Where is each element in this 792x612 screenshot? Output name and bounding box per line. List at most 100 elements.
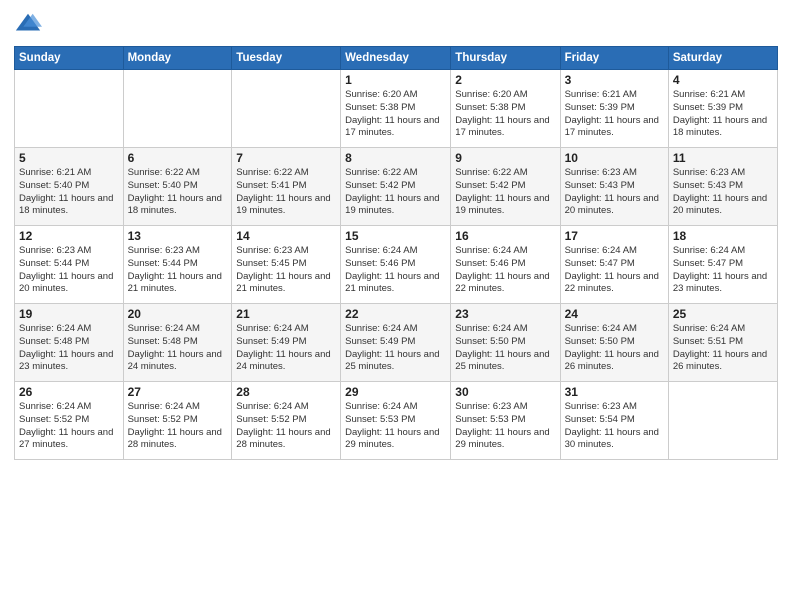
day-info: Sunrise: 6:24 AM Sunset: 5:48 PM Dayligh… xyxy=(19,323,119,374)
day-info: Sunrise: 6:23 AM Sunset: 5:43 PM Dayligh… xyxy=(565,167,664,218)
calendar-cell: 3Sunrise: 6:21 AM Sunset: 5:39 PM Daylig… xyxy=(560,70,668,148)
calendar-week-2: 5 Sunrise: 6:21 AM Sunset: 5:40 PM Daylig… xyxy=(15,148,778,226)
day-info: Sunrise: 6:24 AM Sunset: 5:47 PM Dayligh… xyxy=(565,245,664,296)
col-header-wednesday: Wednesday xyxy=(341,47,451,70)
day-info: Sunrise: 6:20 AM Sunset: 5:38 PM Dayligh… xyxy=(345,89,446,140)
calendar-cell: 15 Sunrise: 6:24 AM Sunset: 5:46 PM Dayli… xyxy=(341,226,451,304)
day-number: 17 xyxy=(565,229,664,243)
day-number: 28 xyxy=(236,385,336,399)
day-info: Sunrise: 6:23 AM Sunset: 5:43 PM Dayligh… xyxy=(673,167,773,218)
calendar-cell: 6 Sunrise: 6:22 AM Sunset: 5:40 PM Daylig… xyxy=(123,148,232,226)
day-number: 9 xyxy=(455,151,555,165)
day-number: 11 xyxy=(673,151,773,165)
day-info: Sunrise: 6:22 AM Sunset: 5:40 PM Dayligh… xyxy=(128,167,228,218)
calendar-table: SundayMondayTuesdayWednesdayThursdayFrid… xyxy=(14,46,778,460)
day-info: Sunrise: 6:22 AM Sunset: 5:41 PM Dayligh… xyxy=(236,167,336,218)
day-info: Sunrise: 6:24 AM Sunset: 5:47 PM Dayligh… xyxy=(673,245,773,296)
day-info: Sunrise: 6:24 AM Sunset: 5:50 PM Dayligh… xyxy=(455,323,555,374)
calendar-cell: 8Sunrise: 6:22 AM Sunset: 5:42 PM Daylig… xyxy=(341,148,451,226)
day-number: 16 xyxy=(455,229,555,243)
day-info: Sunrise: 6:24 AM Sunset: 5:46 PM Dayligh… xyxy=(345,245,446,296)
day-number: 20 xyxy=(128,307,228,321)
calendar-cell xyxy=(668,382,777,460)
calendar-cell: 11 Sunrise: 6:23 AM Sunset: 5:43 PM Dayli… xyxy=(668,148,777,226)
day-info: Sunrise: 6:24 AM Sunset: 5:46 PM Dayligh… xyxy=(455,245,555,296)
calendar-week-5: 26 Sunrise: 6:24 AM Sunset: 5:52 PM Dayli… xyxy=(15,382,778,460)
calendar-cell: 22 Sunrise: 6:24 AM Sunset: 5:49 PM Dayli… xyxy=(341,304,451,382)
calendar-header-row: SundayMondayTuesdayWednesdayThursdayFrid… xyxy=(15,47,778,70)
day-number: 29 xyxy=(345,385,446,399)
day-info: Sunrise: 6:24 AM Sunset: 5:51 PM Dayligh… xyxy=(673,323,773,374)
day-number: 25 xyxy=(673,307,773,321)
day-info: Sunrise: 6:24 AM Sunset: 5:50 PM Dayligh… xyxy=(565,323,664,374)
day-number: 14 xyxy=(236,229,336,243)
calendar-cell: 7 Sunrise: 6:22 AM Sunset: 5:41 PM Daylig… xyxy=(232,148,341,226)
day-info: Sunrise: 6:21 AM Sunset: 5:39 PM Dayligh… xyxy=(673,89,773,140)
calendar-cell: 30 Sunrise: 6:23 AM Sunset: 5:53 PM Dayli… xyxy=(451,382,560,460)
calendar-cell: 10 Sunrise: 6:23 AM Sunset: 5:43 PM Dayli… xyxy=(560,148,668,226)
day-number: 10 xyxy=(565,151,664,165)
day-number: 18 xyxy=(673,229,773,243)
calendar-cell: 12 Sunrise: 6:23 AM Sunset: 5:44 PM Dayli… xyxy=(15,226,124,304)
col-header-thursday: Thursday xyxy=(451,47,560,70)
day-info: Sunrise: 6:23 AM Sunset: 5:54 PM Dayligh… xyxy=(565,401,664,452)
day-number: 5 xyxy=(19,151,119,165)
col-header-friday: Friday xyxy=(560,47,668,70)
day-info: Sunrise: 6:24 AM Sunset: 5:48 PM Dayligh… xyxy=(128,323,228,374)
calendar-cell: 26Sunrise: 6:24 AM Sunset: 5:52 PM Dayli… xyxy=(15,382,124,460)
day-number: 13 xyxy=(128,229,228,243)
day-number: 12 xyxy=(19,229,119,243)
day-number: 27 xyxy=(128,385,228,399)
day-number: 26 xyxy=(19,385,119,399)
calendar-cell: 17 Sunrise: 6:24 AM Sunset: 5:47 PM Dayli… xyxy=(560,226,668,304)
calendar-week-4: 19 Sunrise: 6:24 AM Sunset: 5:48 PM Dayli… xyxy=(15,304,778,382)
calendar-cell: 2 Sunrise: 6:20 AM Sunset: 5:38 PM Daylig… xyxy=(451,70,560,148)
day-number: 22 xyxy=(345,307,446,321)
day-info: Sunrise: 6:24 AM Sunset: 5:49 PM Dayligh… xyxy=(345,323,446,374)
calendar-cell: 20 Sunrise: 6:24 AM Sunset: 5:48 PM Dayli… xyxy=(123,304,232,382)
calendar-cell: 29 Sunrise: 6:24 AM Sunset: 5:53 PM Dayli… xyxy=(341,382,451,460)
calendar-cell: 9Sunrise: 6:22 AM Sunset: 5:42 PM Daylig… xyxy=(451,148,560,226)
calendar-cell xyxy=(232,70,341,148)
day-info: Sunrise: 6:23 AM Sunset: 5:44 PM Dayligh… xyxy=(19,245,119,296)
day-info: Sunrise: 6:24 AM Sunset: 5:52 PM Dayligh… xyxy=(128,401,228,452)
day-number: 6 xyxy=(128,151,228,165)
calendar-cell: 31 Sunrise: 6:23 AM Sunset: 5:54 PM Dayli… xyxy=(560,382,668,460)
day-number: 15 xyxy=(345,229,446,243)
day-info: Sunrise: 6:22 AM Sunset: 5:42 PM Dayligh… xyxy=(345,167,446,218)
col-header-monday: Monday xyxy=(123,47,232,70)
day-number: 2 xyxy=(455,73,555,87)
day-number: 31 xyxy=(565,385,664,399)
day-number: 21 xyxy=(236,307,336,321)
day-number: 1 xyxy=(345,73,446,87)
col-header-sunday: Sunday xyxy=(15,47,124,70)
day-number: 30 xyxy=(455,385,555,399)
day-number: 19 xyxy=(19,307,119,321)
calendar-cell: 13 Sunrise: 6:23 AM Sunset: 5:44 PM Dayli… xyxy=(123,226,232,304)
col-header-saturday: Saturday xyxy=(668,47,777,70)
calendar-cell: 4 Sunrise: 6:21 AM Sunset: 5:39 PM Daylig… xyxy=(668,70,777,148)
calendar-cell: 14Sunrise: 6:23 AM Sunset: 5:45 PM Dayli… xyxy=(232,226,341,304)
day-info: Sunrise: 6:24 AM Sunset: 5:53 PM Dayligh… xyxy=(345,401,446,452)
day-info: Sunrise: 6:24 AM Sunset: 5:49 PM Dayligh… xyxy=(236,323,336,374)
header xyxy=(14,10,778,38)
day-info: Sunrise: 6:23 AM Sunset: 5:53 PM Dayligh… xyxy=(455,401,555,452)
day-number: 4 xyxy=(673,73,773,87)
calendar-cell: 16 Sunrise: 6:24 AM Sunset: 5:46 PM Dayli… xyxy=(451,226,560,304)
day-info: Sunrise: 6:20 AM Sunset: 5:38 PM Dayligh… xyxy=(455,89,555,140)
day-number: 23 xyxy=(455,307,555,321)
day-number: 24 xyxy=(565,307,664,321)
calendar-cell: 18 Sunrise: 6:24 AM Sunset: 5:47 PM Dayli… xyxy=(668,226,777,304)
day-info: Sunrise: 6:23 AM Sunset: 5:44 PM Dayligh… xyxy=(128,245,228,296)
day-number: 3 xyxy=(565,73,664,87)
day-number: 7 xyxy=(236,151,336,165)
day-info: Sunrise: 6:21 AM Sunset: 5:40 PM Dayligh… xyxy=(19,167,119,218)
col-header-tuesday: Tuesday xyxy=(232,47,341,70)
day-info: Sunrise: 6:24 AM Sunset: 5:52 PM Dayligh… xyxy=(236,401,336,452)
calendar-week-3: 12 Sunrise: 6:23 AM Sunset: 5:44 PM Dayli… xyxy=(15,226,778,304)
calendar-cell: 1 Sunrise: 6:20 AM Sunset: 5:38 PM Daylig… xyxy=(341,70,451,148)
calendar-cell xyxy=(15,70,124,148)
calendar-cell: 25 Sunrise: 6:24 AM Sunset: 5:51 PM Dayli… xyxy=(668,304,777,382)
calendar-cell: 28 Sunrise: 6:24 AM Sunset: 5:52 PM Dayli… xyxy=(232,382,341,460)
logo-icon xyxy=(14,10,42,38)
